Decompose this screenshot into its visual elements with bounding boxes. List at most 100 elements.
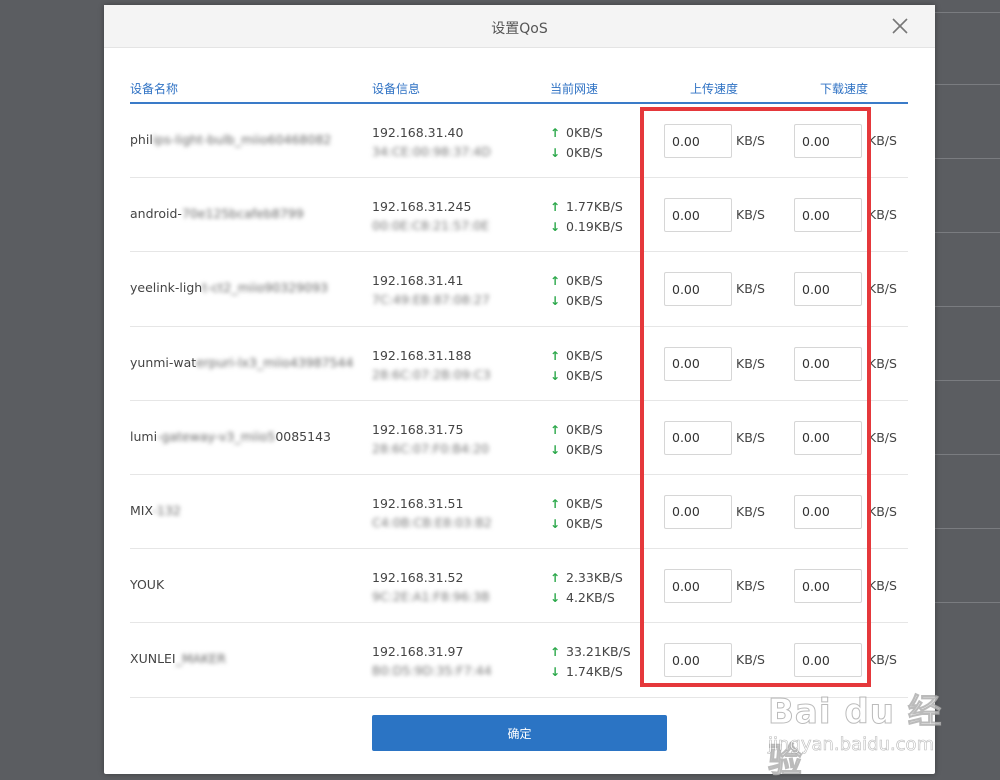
device-mac: B0:D5:9D:35:F7:44: [372, 663, 492, 679]
upload-speed-value: 0KB/S: [566, 495, 603, 511]
upload-limit-input[interactable]: [664, 272, 732, 307]
device-name-redacted: 70e125bcafeb8799: [181, 206, 304, 222]
header-current-speed: 当前网速: [550, 82, 599, 96]
device-name: yunmi-waterpuri-lx3_miio43987544: [130, 355, 353, 370]
device-mac: 28:6C:07:F0:B4:20: [372, 440, 490, 456]
upload-speed-line: ↑ 0KB/S: [550, 420, 603, 440]
upload-speed-line: ↑ 0KB/S: [550, 271, 603, 291]
arrow-up-icon: ↑: [550, 348, 561, 363]
device-name-redacted: erpuri-lx3_miio43987544: [196, 354, 354, 370]
device-name-redacted: -gateway-v3_miio5: [157, 428, 276, 444]
download-limit-input[interactable]: [794, 420, 862, 455]
upload-unit: KB/S: [736, 503, 765, 519]
download-unit: KB/S: [868, 207, 897, 223]
arrow-up-icon: ↑: [550, 126, 561, 140]
arrow-down-icon: ↓: [550, 665, 561, 680]
upload-limit-input[interactable]: [664, 346, 732, 381]
upload-speed-line: ↑ 33.21KB/S: [550, 642, 631, 662]
upload-speed-value: 33.21KB/S: [566, 644, 631, 660]
device-name-visible: android-: [130, 206, 182, 222]
close-icon: [892, 18, 908, 34]
device-name: yeelink-light-ct2_miio90329093: [130, 280, 328, 295]
download-speed-value: 0KB/S: [566, 441, 603, 457]
download-speed-value: 0.19KB/S: [566, 219, 623, 235]
download-speed-value: 0KB/S: [566, 367, 603, 383]
download-speed-line: ↓ 1.74KB/S: [550, 662, 631, 682]
download-limit-input[interactable]: [794, 272, 862, 307]
upload-limit-input[interactable]: [664, 569, 732, 604]
upload-speed-line: ↑ 0KB/S: [550, 494, 603, 514]
download-speed-value: 4.2KB/S: [566, 590, 615, 606]
upload-speed-line: ↑ 0KB/S: [550, 123, 603, 143]
download-limit-input[interactable]: [794, 569, 862, 604]
current-speed: ↑ 1.77KB/S ↓ 0.19KB/S: [550, 197, 623, 237]
upload-limit-input[interactable]: [664, 643, 732, 678]
arrow-down-icon: ↓: [550, 220, 561, 235]
download-unit: KB/S: [868, 429, 897, 445]
current-speed: ↑ 0KB/S ↓ 0KB/S: [550, 271, 603, 311]
device-name-tail: 0085143: [275, 428, 331, 444]
dialog-title: 设置QoS: [491, 21, 548, 37]
device-ip: 192.168.31.188: [372, 347, 472, 363]
arrow-down-icon: ↓: [550, 442, 561, 457]
device-mac: 9C:2E:A1:F8:96:3B: [372, 589, 490, 605]
upload-unit: KB/S: [736, 355, 765, 371]
background-divider: [930, 306, 1000, 307]
upload-limit-input[interactable]: [664, 494, 732, 529]
device-info: 192.168.31.188 28:6C:07:2B:09:C3: [372, 346, 491, 384]
download-speed-value: 0KB/S: [566, 145, 603, 160]
download-speed-line: ↓ 0KB/S: [550, 291, 603, 311]
arrow-down-icon: ↓: [550, 368, 561, 383]
download-unit: KB/S: [868, 355, 897, 371]
close-button[interactable]: [889, 15, 911, 37]
header-upload-speed: 上传速度: [690, 82, 739, 96]
device-name: MIX-132: [130, 503, 181, 518]
upload-speed-value: 0KB/S: [566, 273, 603, 289]
download-limit-input[interactable]: [794, 643, 862, 678]
device-name-redacted: -132: [152, 502, 181, 518]
current-speed: ↑ 0KB/S ↓ 0KB/S: [550, 346, 603, 386]
device-info: 192.168.31.40 34:CE:00:98:37:4D: [372, 123, 491, 161]
device-name: YOUK: [130, 577, 164, 592]
current-speed: ↑ 0KB/S ↓ 0KB/S: [550, 420, 603, 460]
arrow-up-icon: ↑: [550, 200, 561, 215]
dialog-header: 设置QoS: [104, 5, 935, 48]
table-row: XUNLEI_MAKER 192.168.31.97 B0:D5:9D:35:F7:…: [130, 623, 908, 698]
confirm-button[interactable]: 确定: [372, 715, 667, 751]
device-ip: 192.168.31.51: [372, 495, 464, 511]
download-speed-line: ↓ 4.2KB/S: [550, 588, 623, 608]
device-name: philips-light-bulb_miio60468082: [130, 132, 331, 147]
arrow-up-icon: ↑: [550, 645, 561, 660]
upload-speed-value: 0KB/S: [566, 125, 603, 140]
device-info: 192.168.31.75 28:6C:07:F0:B4:20: [372, 420, 489, 458]
upload-limit-input[interactable]: [664, 124, 732, 158]
upload-limit-input[interactable]: [664, 198, 732, 233]
upload-speed-value: 1.77KB/S: [566, 199, 623, 215]
upload-speed-value: 0KB/S: [566, 347, 603, 363]
background-divider: [930, 528, 1000, 529]
upload-unit: KB/S: [736, 652, 765, 668]
upload-limit-input[interactable]: [664, 420, 732, 455]
upload-unit: KB/S: [736, 133, 765, 148]
upload-speed-value: 0KB/S: [566, 421, 603, 437]
upload-speed-line: ↑ 0KB/S: [550, 346, 603, 366]
download-unit: KB/S: [868, 281, 897, 297]
arrow-down-icon: ↓: [550, 146, 561, 160]
device-name-redacted: _MAKER: [175, 651, 226, 667]
device-name-visible: YOUK: [130, 577, 165, 593]
device-name-visible: phil: [130, 132, 153, 147]
upload-unit: KB/S: [736, 429, 765, 445]
download-limit-input[interactable]: [794, 124, 862, 158]
background-divider: [930, 12, 1000, 13]
upload-unit: KB/S: [736, 207, 765, 223]
download-limit-input[interactable]: [794, 494, 862, 529]
device-mac: 7C:49:EB:87:08:27: [372, 292, 490, 308]
upload-speed-line: ↑ 2.33KB/S: [550, 568, 623, 588]
table-header: 设备名称 设备信息 当前网速 上传速度 下载速度: [130, 80, 908, 104]
download-speed-line: ↓ 0KB/S: [550, 440, 603, 460]
download-limit-input[interactable]: [794, 198, 862, 233]
download-limit-input[interactable]: [794, 346, 862, 381]
device-ip: 192.168.31.245: [372, 199, 472, 215]
download-speed-value: 0KB/S: [566, 293, 603, 309]
device-mac: C4:0B:CB:E8:03:B2: [372, 514, 492, 530]
